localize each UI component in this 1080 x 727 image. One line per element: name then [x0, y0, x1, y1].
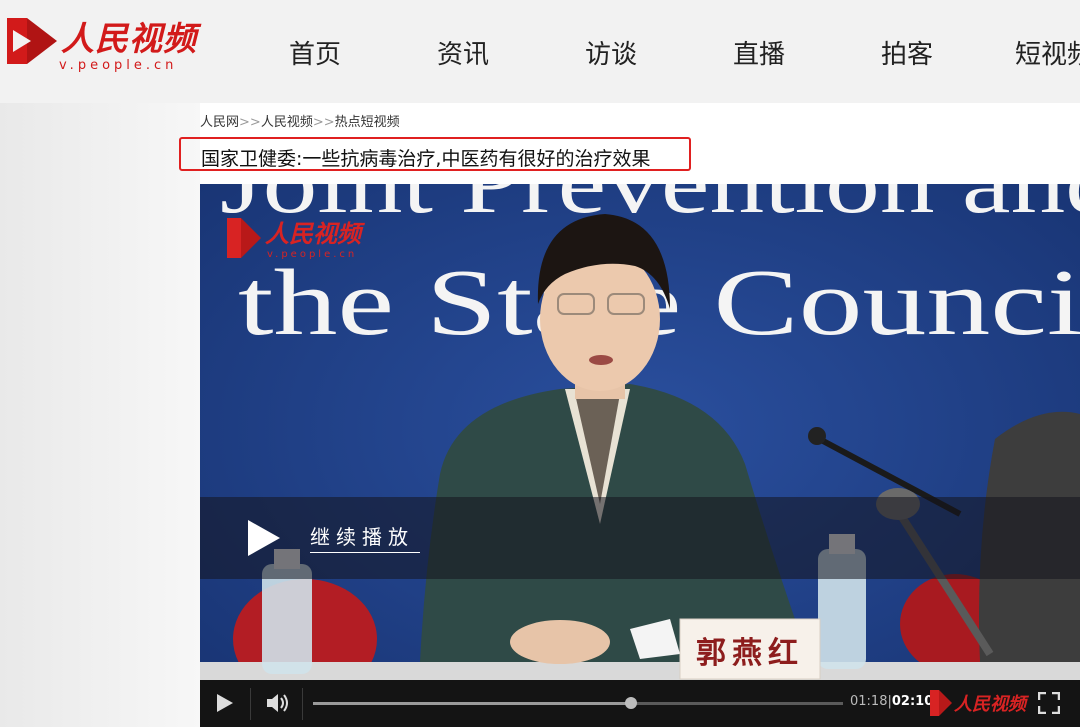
video-watermark: 人民视频 v.people.cn: [227, 218, 361, 262]
side-panel: [0, 103, 200, 727]
progress-thumb[interactable]: [625, 697, 637, 709]
total-time: 02:10: [891, 694, 934, 709]
volume-icon[interactable]: [266, 692, 290, 714]
watermark-subtext: v.people.cn: [267, 249, 358, 260]
main-nav: 首页 资讯 访谈 直播 拍客 短视频: [0, 0, 1080, 103]
breadcrumb-item-people[interactable]: 人民网: [200, 115, 239, 130]
current-time: 01:18: [850, 694, 888, 709]
resume-underline: [310, 552, 420, 553]
controls-logo-icon: [930, 690, 952, 716]
nav-item-live[interactable]: 直播: [733, 34, 785, 71]
breadcrumb-separator: >>: [239, 115, 261, 130]
control-divider: [302, 688, 303, 720]
video-player[interactable]: Joint Prevention and the State Council: [200, 184, 1080, 727]
nav-item-short-video[interactable]: 短视频: [1015, 34, 1080, 71]
video-control-bar: 01:18|02:10 人民视频: [200, 680, 1080, 727]
progress-bar[interactable]: [313, 697, 843, 709]
resume-play-button[interactable]: 继续播放: [310, 521, 414, 550]
page-title: 国家卫健委:一些抗病毒治疗,中医药有很好的治疗效果: [201, 148, 651, 170]
video-frame: Joint Prevention and the State Council: [200, 184, 1080, 727]
breadcrumb-item-people-video[interactable]: 人民视频: [261, 115, 313, 130]
title-highlight-box: 国家卫健委:一些抗病毒治疗,中医药有很好的治疗效果: [179, 137, 691, 171]
play-icon[interactable]: [216, 693, 234, 713]
breadcrumb-separator: >>: [312, 115, 335, 130]
breadcrumb-item-hot-short-video[interactable]: 热点短视频: [335, 115, 400, 130]
nav-item-news[interactable]: 资讯: [437, 34, 489, 71]
control-divider: [250, 688, 251, 720]
speaker-nameplate: 郭燕红: [696, 636, 804, 671]
controls-logo: 人民视频: [930, 690, 1026, 720]
watermark-logo-icon: [227, 218, 261, 258]
play-icon[interactable]: [246, 518, 282, 558]
nav-item-paike[interactable]: 拍客: [881, 34, 933, 71]
watermark-text: 人民视频: [265, 219, 361, 248]
resume-overlay[interactable]: 继续播放: [200, 497, 1080, 579]
nav-item-interview[interactable]: 访谈: [585, 34, 637, 71]
progress-fill: [313, 702, 631, 705]
time-display: 01:18|02:10: [850, 694, 934, 709]
controls-logo-text: 人民视频: [954, 694, 1026, 715]
fullscreen-icon[interactable]: [1038, 692, 1060, 714]
nav-item-home[interactable]: 首页: [289, 34, 341, 71]
site-header: 人民视频 v.people.cn 首页 资讯 访谈 直播 拍客 短视频: [0, 0, 1080, 103]
breadcrumb: 人民网>>人民视频>>热点短视频: [200, 111, 400, 130]
